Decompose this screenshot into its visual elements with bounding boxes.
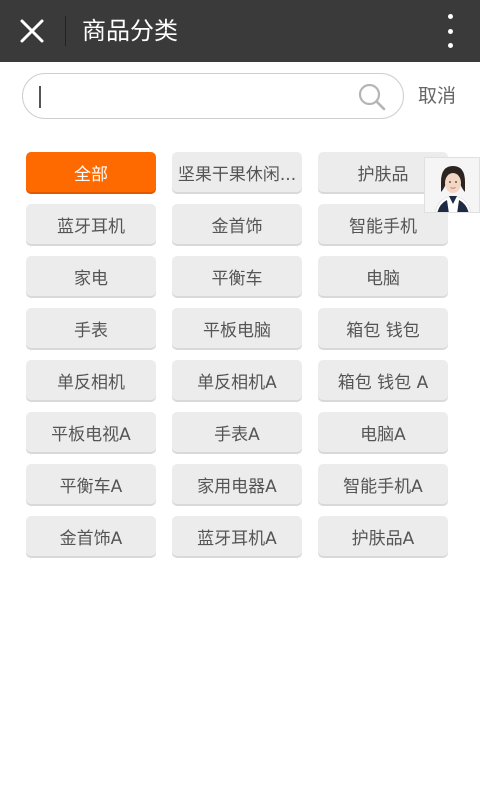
- category-chip[interactable]: 金首饰A: [26, 516, 156, 556]
- category-chip[interactable]: 手表A: [172, 412, 302, 452]
- header-divider: [65, 16, 66, 46]
- category-chip[interactable]: 单反相机: [26, 360, 156, 400]
- category-chip[interactable]: 坚果干果休闲...: [172, 152, 302, 192]
- category-chip[interactable]: 蓝牙耳机: [26, 204, 156, 244]
- close-icon: [20, 19, 44, 43]
- category-chip[interactable]: 箱包 钱包 A: [318, 360, 448, 400]
- category-chip[interactable]: 平板电脑: [172, 308, 302, 348]
- category-chip[interactable]: 箱包 钱包: [318, 308, 448, 348]
- category-chip[interactable]: 平板电视A: [26, 412, 156, 452]
- category-chip[interactable]: 电脑A: [318, 412, 448, 452]
- more-vertical-icon: [447, 14, 453, 19]
- category-grid: 全部 坚果干果休闲... 护肤品 蓝牙耳机 金首饰 智能手机 家电 平衡车 电脑 手表 平板电脑 箱包…: [26, 152, 450, 556]
- category-chip[interactable]: 平衡车: [172, 256, 302, 296]
- category-chip-active[interactable]: 全部: [26, 152, 156, 192]
- more-options-button[interactable]: [438, 14, 462, 48]
- category-chip[interactable]: 手表: [26, 308, 156, 348]
- category-chip[interactable]: 平衡车A: [26, 464, 156, 504]
- cancel-button[interactable]: 取消: [418, 83, 456, 109]
- search-input[interactable]: [41, 80, 355, 114]
- category-chip[interactable]: 家电: [26, 256, 156, 296]
- customer-service-avatar[interactable]: [424, 157, 480, 213]
- category-chip[interactable]: 金首饰: [172, 204, 302, 244]
- category-chip[interactable]: 电脑: [318, 256, 448, 296]
- top-bar: 商品分类: [0, 0, 480, 62]
- search-icon[interactable]: [357, 82, 387, 112]
- page-title: 商品分类: [82, 17, 178, 45]
- category-chip[interactable]: 单反相机A: [172, 360, 302, 400]
- category-chip[interactable]: 家用电器A: [172, 464, 302, 504]
- category-chip[interactable]: 智能手机A: [318, 464, 448, 504]
- customer-service-avatar-icon: [425, 158, 479, 212]
- category-chip[interactable]: 护肤品A: [318, 516, 448, 556]
- category-chip[interactable]: 蓝牙耳机A: [172, 516, 302, 556]
- search-bar[interactable]: [22, 73, 404, 119]
- close-button[interactable]: [14, 13, 50, 49]
